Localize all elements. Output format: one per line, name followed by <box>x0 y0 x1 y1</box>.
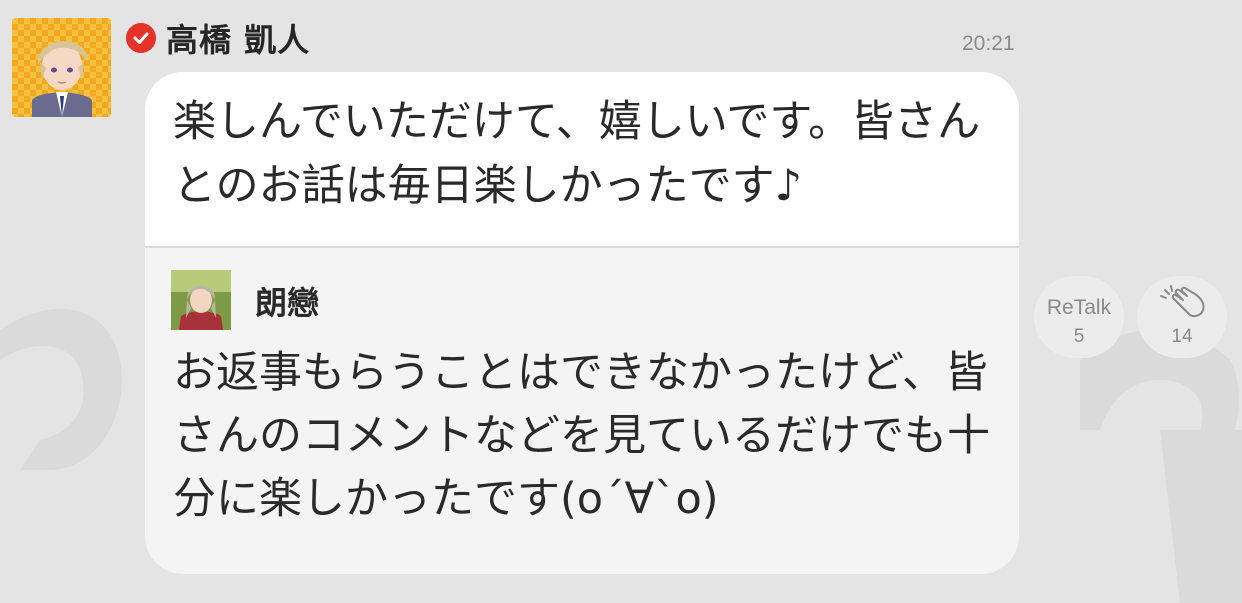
quote-avatar[interactable] <box>171 270 231 330</box>
sender-name[interactable]: 高橋 凱人 <box>166 15 310 61</box>
message-body: 楽しんでいただけて、嬉しいです。皆さんとのお話は毎日楽しかったです♪ <box>145 72 1019 246</box>
quote-divider <box>145 246 1019 248</box>
clap-count: 14 <box>1171 326 1193 347</box>
verified-check-icon <box>126 23 156 53</box>
character-avatar-icon <box>171 270 231 330</box>
sender-header: 高橋 凱人 <box>126 15 310 61</box>
retalk-label: ReTalk <box>1046 296 1112 319</box>
message-text: 楽しんでいただけて、嬉しいです。皆さんとのお話は毎日楽しかったです♪ <box>173 97 981 211</box>
message-timestamp: 20:21 <box>962 32 1015 55</box>
character-avatar-icon <box>12 18 111 117</box>
quote-text: お返事もらうことはできなかったけど、皆さんのコメントなどを見ているだけでも十分に… <box>173 348 990 524</box>
clap-icon <box>1160 285 1205 318</box>
quote-author-name[interactable]: 朗戀 <box>255 278 319 324</box>
retalk-count: 5 <box>1073 326 1085 347</box>
retalk-button[interactable]: ReTalk 5 <box>1034 276 1124 358</box>
sender-avatar[interactable] <box>12 18 111 117</box>
message-bubble[interactable]: 楽しんでいただけて、嬉しいです。皆さんとのお話は毎日楽しかったです♪ 朗戀 お返… <box>145 72 1019 574</box>
clap-button[interactable]: 14 <box>1137 276 1227 358</box>
